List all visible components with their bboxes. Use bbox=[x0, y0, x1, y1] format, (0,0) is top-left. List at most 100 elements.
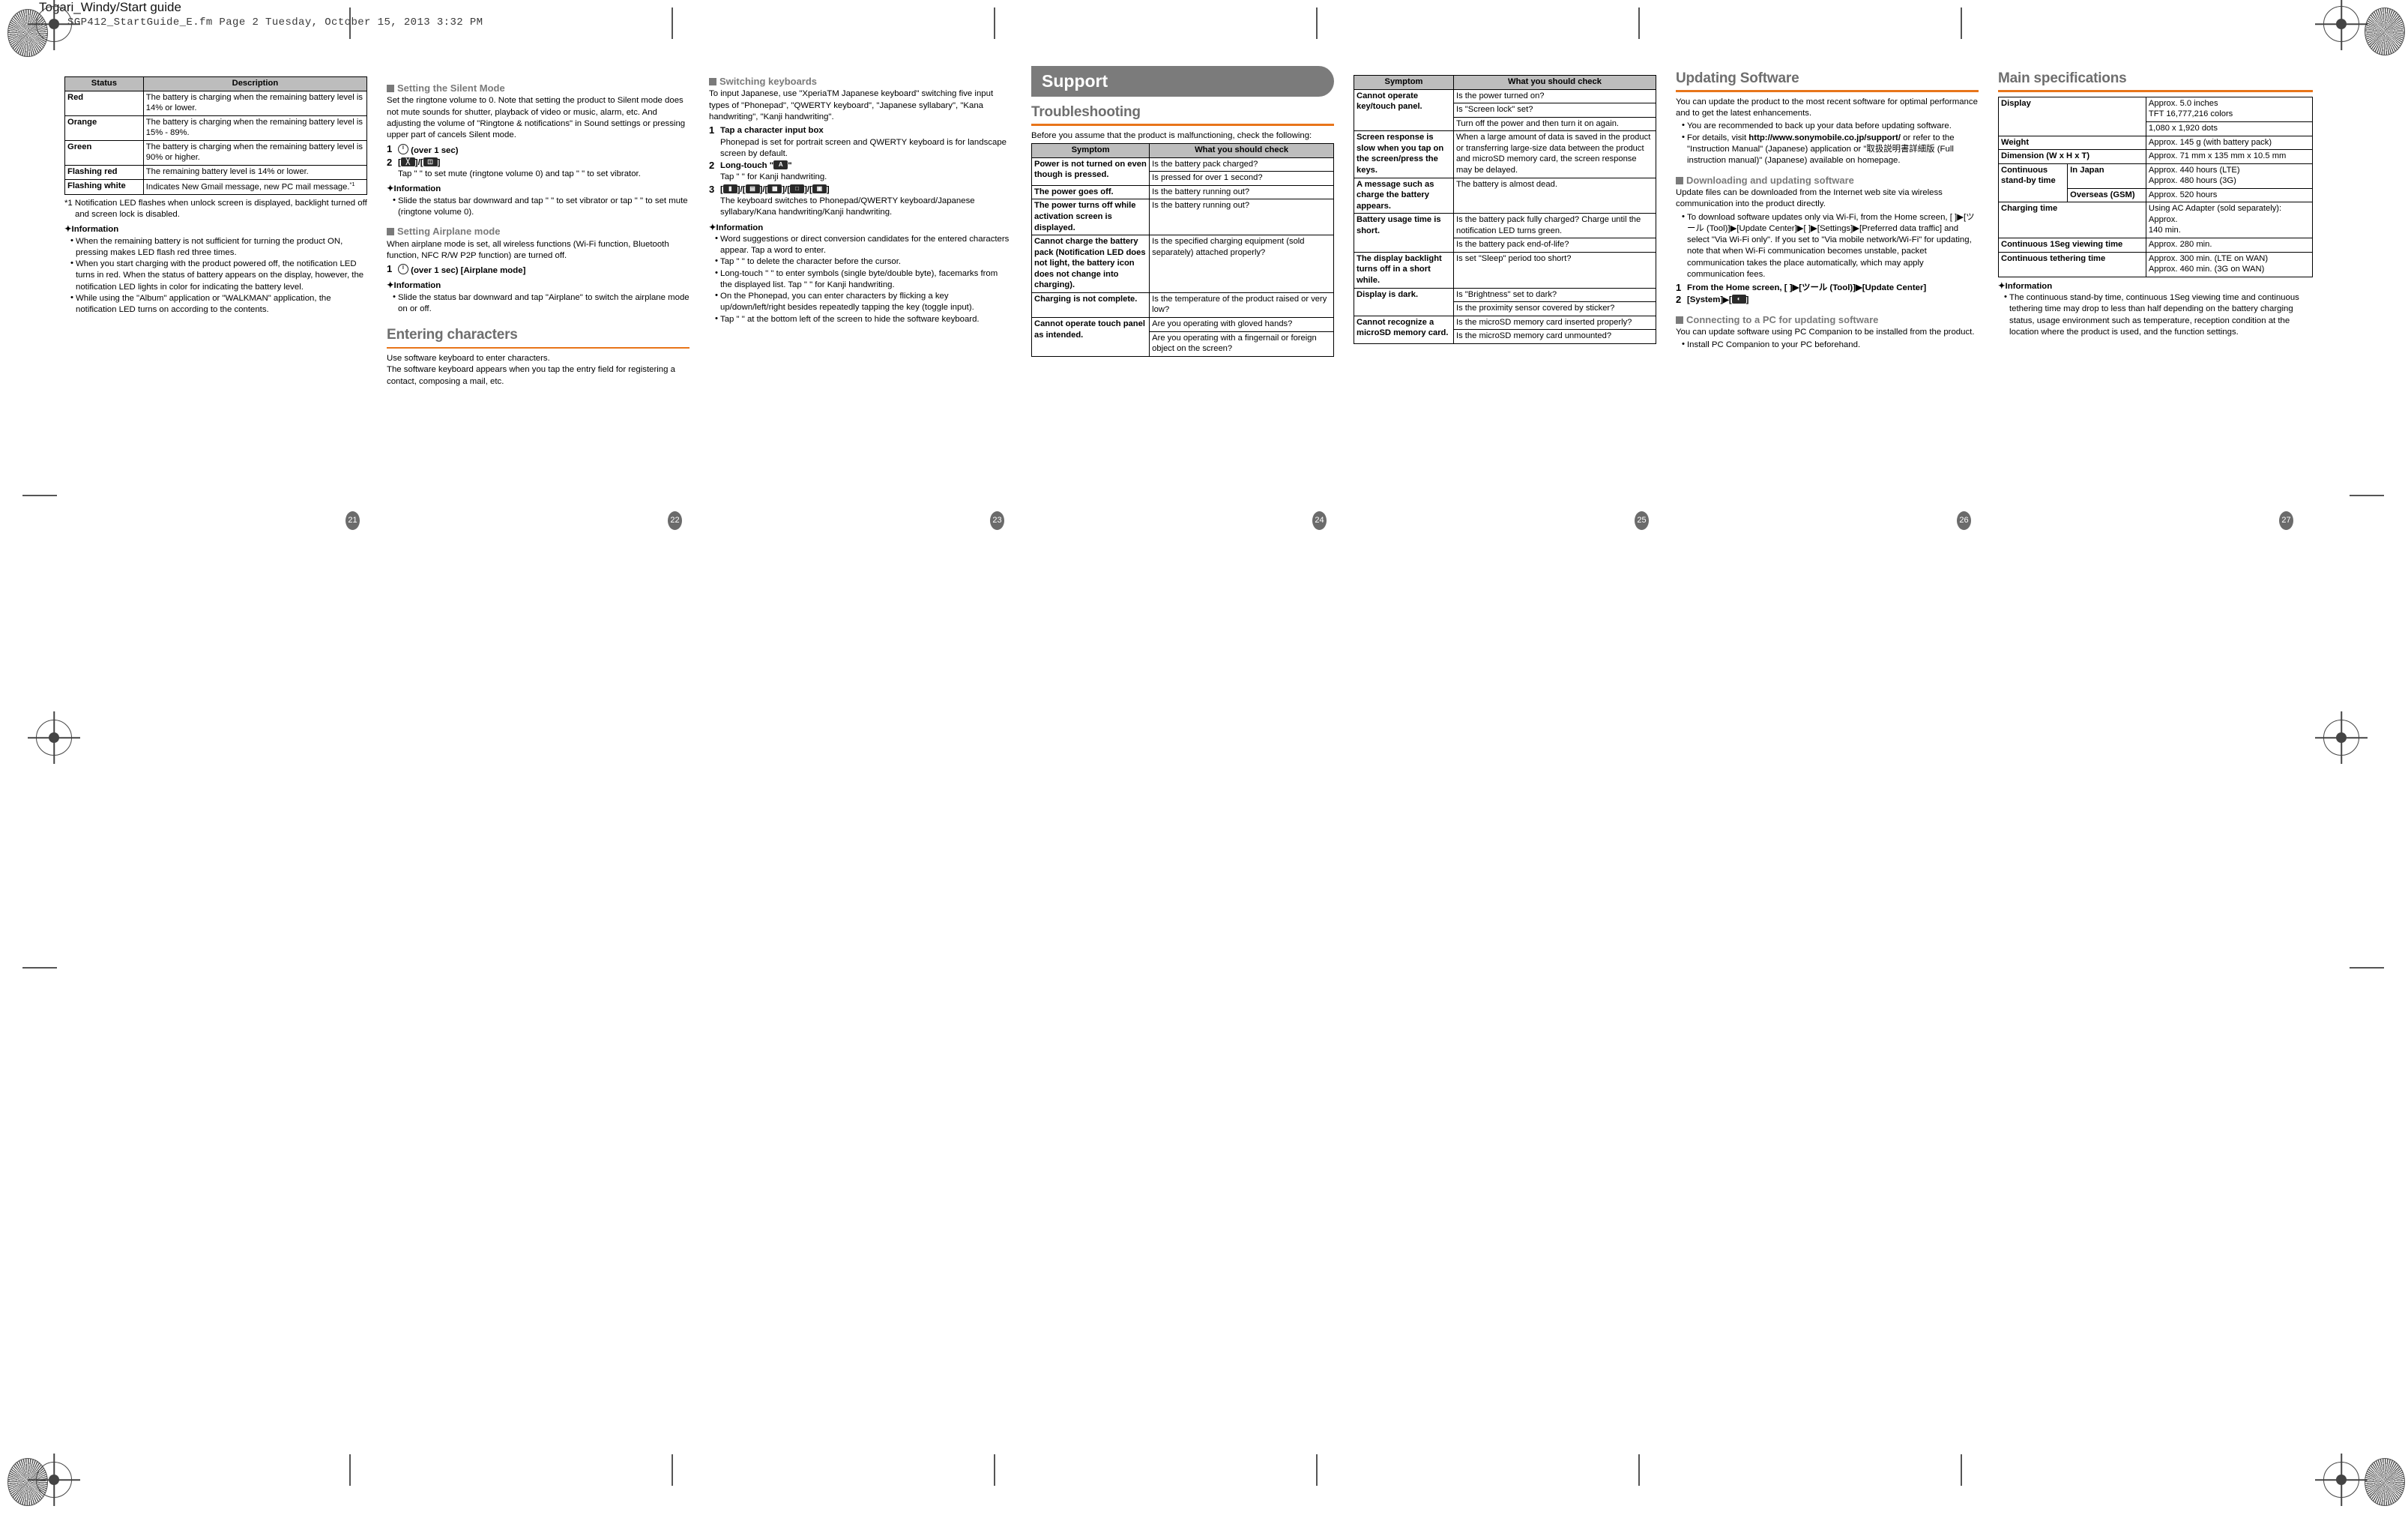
qwerty-icon: ▤ bbox=[745, 184, 760, 193]
step-text: [System]▶[◐] bbox=[1687, 295, 1749, 305]
table-row: Display is dark. Is "Brightness" set to d… bbox=[1354, 287, 1657, 316]
table-row: Weight Approx. 145 g (with battery pack) bbox=[1998, 135, 2314, 151]
registration-mark-ml bbox=[36, 720, 72, 756]
led-status-desc: The remaining battery level is 14% or lo… bbox=[142, 164, 368, 180]
step-number: 2 bbox=[387, 156, 393, 168]
spec-label: Continuous stand-by time bbox=[1997, 163, 2068, 203]
airplane-mode-steps: 1 (over 1 sec) [Airplane mode] bbox=[387, 263, 689, 277]
check-cell: The battery is almost dead. bbox=[1452, 177, 1657, 214]
check-cell: Are you operating with gloved hands? bbox=[1149, 317, 1334, 332]
spec-label: Display bbox=[1998, 96, 2146, 136]
step-label: (over 1 sec) [Airplane mode] bbox=[411, 266, 526, 276]
information-list: Slide the status bar downward and tap " … bbox=[387, 195, 689, 219]
page-number: 22 bbox=[668, 511, 682, 530]
square-bullet-icon bbox=[1676, 316, 1683, 324]
page-25: Symptom What you should check Cannot ope… bbox=[1354, 75, 1657, 344]
pc-connecting-heading-text: Connecting to a PC for updating software bbox=[1686, 313, 1879, 325]
list-item: The continuous stand-by time, continuous… bbox=[2004, 292, 2313, 338]
crop-mark bbox=[1316, 7, 1318, 39]
switching-keyboards-heading: Switching keyboards bbox=[709, 75, 1012, 88]
information-heading: ✦Information bbox=[64, 225, 119, 235]
led-status-desc: The battery is charging when the remaini… bbox=[142, 139, 368, 166]
list-item: On the Phonepad, you can enter character… bbox=[715, 290, 1012, 314]
step-text: Long-touch " A " Tap " " for Kanji handwrit… bbox=[720, 160, 1012, 184]
check-cell: Is the proximity sensor covered by stick… bbox=[1452, 301, 1657, 316]
table-row: Charging time Using AC Adapter (sold sepa… bbox=[1998, 202, 2314, 239]
troubleshooting-heading: Troubleshooting bbox=[1031, 104, 1141, 120]
step-number: 3 bbox=[709, 183, 715, 195]
list-item: Long-touch " " to enter symbols (single … bbox=[715, 268, 1012, 292]
table-row: The power goes off. Is the battery runnin… bbox=[1031, 184, 1334, 200]
step-label: From the Home screen, [ ]▶[ツール (Tool)]▶[… bbox=[1687, 283, 1927, 293]
list-item: 2 Long-touch " A " Tap " " for Kanji handwri… bbox=[709, 160, 1012, 184]
led-table-header-description: Description bbox=[142, 76, 368, 91]
check-cell: Is the battery pack charged? bbox=[1149, 157, 1334, 172]
list-item: For details, visit http://www.sonymobile… bbox=[1682, 132, 1979, 167]
step-number: 2 bbox=[1676, 294, 1682, 306]
list-item: Tap " " to delete the character before t… bbox=[715, 256, 1012, 268]
spec-label: Weight bbox=[1998, 135, 2146, 151]
syllabary-icon: ▦ bbox=[767, 184, 782, 193]
imposition-sheet: Togari_Windy/Start guide SGP412_StartGui… bbox=[0, 0, 2408, 1524]
table-row: Flashing red The remaining battery level … bbox=[64, 164, 368, 180]
downloading-heading-text: Downloading and updating software bbox=[1686, 174, 1854, 186]
information-list: The continuous stand-by time, continuous… bbox=[1998, 292, 2313, 338]
led-status-label: Red bbox=[64, 90, 144, 116]
spec-value: Approx. 280 min. bbox=[2145, 238, 2314, 253]
crop-mark bbox=[2350, 967, 2384, 969]
information-heading: ✦Information bbox=[709, 223, 764, 232]
table-row: Continuous tethering time Approx. 300 min… bbox=[1998, 251, 2314, 277]
square-bullet-icon bbox=[709, 78, 716, 85]
main-specifications-heading: Main specifications bbox=[1998, 70, 2127, 86]
led-status-desc: The battery is charging when the remaini… bbox=[142, 115, 368, 141]
information-list: Slide the status bar downward and tap "A… bbox=[387, 292, 689, 316]
table-row: The power turns off while activation scr… bbox=[1031, 199, 1334, 236]
step-text: [▮]/[▤]/[▦]/[□]/[▣] The keyboard switche… bbox=[720, 184, 1012, 219]
step-sub: The keyboard switches to Phonepad/QWERTY… bbox=[720, 196, 975, 217]
check-cell: Is the battery running out? bbox=[1149, 184, 1334, 200]
step-label: [▮]/[▤]/[▦]/[□]/[▣] bbox=[720, 184, 830, 194]
table-row: Orange The battery is charging when the r… bbox=[64, 115, 368, 141]
spec-value: Using AC Adapter (sold separately): Appr… bbox=[2145, 202, 2314, 239]
switching-keyboards-body: To input Japanese, use "XperiaTM Japanes… bbox=[709, 89, 994, 121]
page-22: Setting the Silent Mode Set the ringtone… bbox=[387, 75, 689, 389]
led-status-label: Orange bbox=[64, 115, 144, 141]
step-sub: Tap " " for Kanji handwriting. bbox=[720, 172, 827, 182]
information-label: Information bbox=[71, 225, 119, 235]
check-cell: Is set "Sleep" period too short? bbox=[1452, 251, 1657, 289]
page-number: 27 bbox=[2279, 511, 2293, 530]
check-cell: Is "Brightness" set to dark? bbox=[1452, 287, 1657, 303]
step-sub: Tap " " to set mute (ringtone volume 0) … bbox=[398, 169, 641, 179]
symptom-cell: Charging is not complete. bbox=[1031, 292, 1150, 319]
check-cell: Is "Screen lock" set? bbox=[1452, 103, 1657, 118]
vibrate-icon: ◫ bbox=[423, 157, 438, 166]
symptom-cell: Cannot operate key/touch panel. bbox=[1354, 88, 1454, 132]
check-cell: Is pressed for over 1 second? bbox=[1149, 171, 1334, 186]
led-status-desc: The battery is charging when the remaini… bbox=[142, 90, 368, 116]
downloading-body: Update files can be downloaded from the … bbox=[1676, 187, 1943, 209]
list-item: Tap " " at the bottom left of the screen… bbox=[715, 313, 1012, 325]
table-row: Power is not turned on even though is pr… bbox=[1031, 157, 1334, 186]
list-item: 1 From the Home screen, [ ]▶[ツール (Tool)]▶… bbox=[1676, 282, 1979, 294]
spec-label: Continuous 1Seg viewing time bbox=[1998, 238, 2146, 253]
led-status-table: Status Description Red The battery is cha… bbox=[64, 76, 368, 195]
page-21: Status Description Red The battery is cha… bbox=[64, 75, 368, 316]
information-label: Information bbox=[393, 281, 441, 291]
information-label: Information bbox=[716, 223, 764, 232]
page-27: Main specifications Display Approx. 5.0 i… bbox=[1997, 69, 2314, 338]
step-label: [╳]/[◫] bbox=[398, 157, 441, 167]
silent-mode-steps: 1 (over 1 sec) 2 [╳]/[◫] Tap " " to set … bbox=[387, 143, 689, 181]
symptom-cell: The display backlight turns off in a sho… bbox=[1354, 251, 1454, 289]
list-item: Slide the status bar downward and tap "A… bbox=[393, 292, 689, 316]
table-row: Green The battery is charging when the re… bbox=[64, 139, 368, 166]
support-url[interactable]: http://www.sonymobile.co.jp/support/ bbox=[1748, 133, 1901, 142]
spec-value: Approx. 440 hours (LTE) Approx. 480 hour… bbox=[2145, 163, 2314, 189]
support-banner: Support bbox=[1031, 66, 1334, 97]
support-banner-title: Support bbox=[1042, 71, 1108, 91]
file-slug-line: SGP412_StartGuide_E.fm Page 2 Tuesday, O… bbox=[67, 16, 483, 28]
keyboard-switch-icon: A bbox=[773, 160, 788, 170]
airplane-mode-body: When airplane mode is set, all wireless … bbox=[387, 239, 669, 260]
symptom-cell: A message such as charge the battery app… bbox=[1354, 177, 1454, 214]
table-row: A message such as charge the battery app… bbox=[1354, 177, 1657, 214]
crop-mark bbox=[1961, 1454, 1962, 1486]
